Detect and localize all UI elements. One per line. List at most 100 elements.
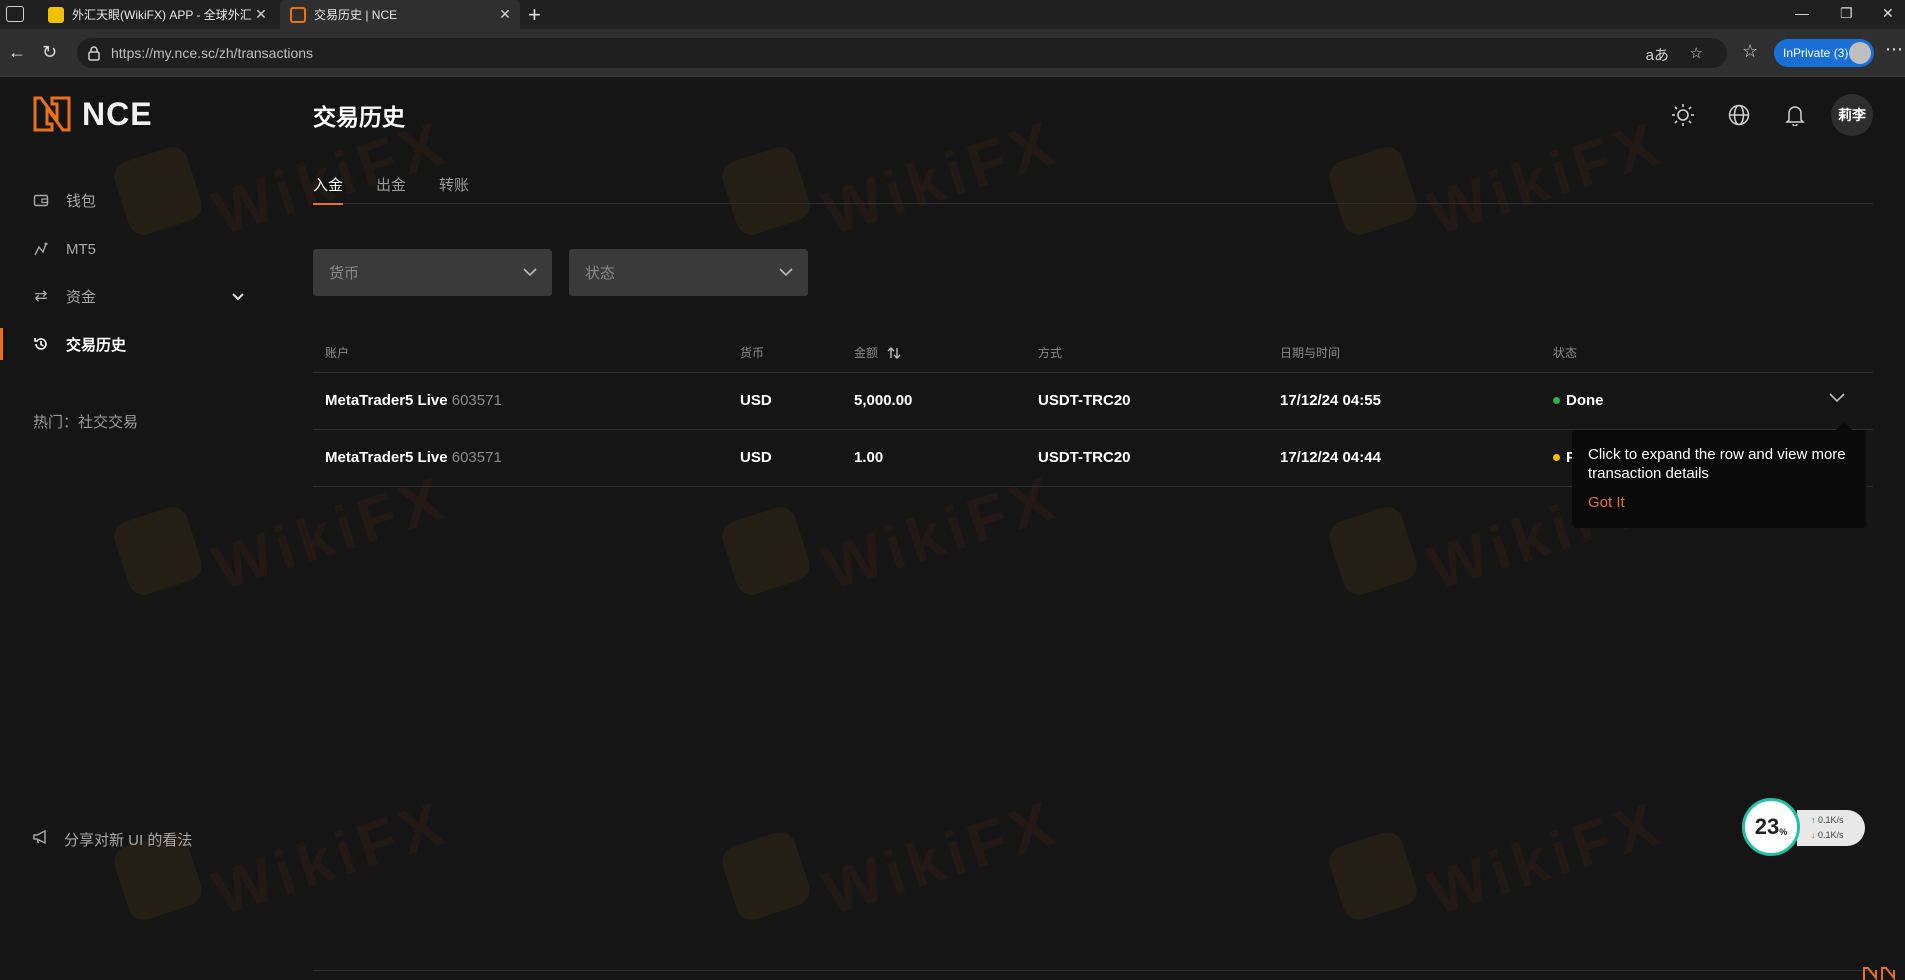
column-header-amount[interactable]: 金额: [854, 344, 901, 361]
status-label: Done: [1566, 392, 1604, 409]
sidebar-item-wallet[interactable]: 钱包: [0, 180, 260, 220]
currency-filter-placeholder: 货币: [329, 265, 360, 282]
close-tab-icon[interactable]: ✕: [252, 6, 270, 23]
sidebar: NCE 钱包 MT5 ⇄ 资金 交易历史 热门：社交交易 分享对新 UI 的看法: [0, 78, 270, 980]
status-filter-placeholder: 状态: [585, 265, 616, 282]
restore-icon[interactable]: ❐: [1840, 5, 1853, 22]
wallet-icon: [32, 191, 50, 209]
back-icon[interactable]: ←: [8, 42, 26, 63]
refresh-icon[interactable]: ↻: [42, 42, 57, 63]
browser-tab-title: 外汇天眼(WikiFX) APP - 全球外汇: [72, 8, 252, 22]
currency-cell: USD: [740, 449, 772, 466]
theme-sun-icon[interactable]: [1663, 95, 1703, 135]
column-header-datetime: 日期与时间: [1280, 346, 1341, 360]
tab-deposit[interactable]: 入金: [313, 174, 344, 205]
new-tab-icon[interactable]: +: [528, 2, 541, 28]
got-it-button[interactable]: Got It: [1588, 493, 1850, 512]
history-icon: [32, 335, 50, 353]
column-header-method: 方式: [1038, 346, 1063, 360]
onboarding-tooltip: Click to expand the row and view more tr…: [1572, 422, 1866, 528]
account-name: MetaTrader5 Live: [325, 449, 448, 466]
browser-tab-bar: 外汇天眼(WikiFX) APP - 全球外汇 ✕ 交易历史 | NCE ✕ +…: [0, 0, 1905, 29]
method-cell: USDT-TRC20: [1038, 449, 1131, 466]
usage-percent: 23: [1754, 814, 1780, 839]
sidebar-item-mt5[interactable]: MT5: [0, 229, 260, 269]
amount-cell: 1.00: [854, 449, 884, 466]
chevron-down-icon: [523, 268, 537, 277]
sidebar-item-label: 交易历史: [66, 336, 127, 354]
sidebar-item-history[interactable]: 交易历史: [0, 324, 260, 364]
currency-cell: USD: [740, 392, 772, 409]
tab-transfer[interactable]: 转账: [439, 174, 469, 204]
transfer-icon: ⇄: [34, 288, 48, 305]
footer-divider: [313, 970, 1873, 971]
account-number: 603571: [451, 449, 502, 466]
hot-social-trading-link[interactable]: 热门：社交交易: [33, 411, 138, 432]
nce-favicon-icon: [290, 6, 306, 23]
more-options-icon[interactable]: ⋯: [1885, 39, 1903, 60]
amount-cell: 5,000.00: [854, 392, 913, 409]
main-content: 交易历史 莉李 入金 出金 转账 货币 状态 账户 货币 金额 方式 日期与时间…: [313, 78, 1873, 980]
usage-percent-unit: %: [1779, 827, 1788, 837]
download-rate: 0.1K/s: [1818, 830, 1844, 840]
read-aloud-icon[interactable]: aあ: [1646, 44, 1669, 65]
browser-tab-nce[interactable]: 交易历史 | NCE ✕: [280, 0, 520, 29]
profile-avatar: [1849, 42, 1871, 64]
mt5-icon: [32, 240, 50, 258]
account-name: MetaTrader5 Live: [325, 392, 448, 409]
status-dot-icon: [1553, 454, 1560, 461]
lock-icon: [88, 46, 100, 61]
column-header-account: 账户: [325, 346, 350, 360]
column-header-amount-label: 金额: [854, 346, 879, 360]
expand-row-chevron-icon[interactable]: [1829, 390, 1845, 408]
inprivate-button[interactable]: InPrivate (3): [1774, 39, 1874, 67]
tab-withdrawal[interactable]: 出金: [376, 174, 406, 204]
status-cell: Done: [1553, 392, 1604, 409]
favorite-star-icon[interactable]: ☆: [1690, 44, 1703, 62]
share-feedback-label: 分享对新 UI 的看法: [64, 832, 193, 849]
nce-logo-icon: [33, 96, 71, 132]
favorites-icon[interactable]: ☆: [1742, 41, 1758, 62]
upload-arrow-icon: ↑: [1811, 815, 1816, 825]
url-field[interactable]: https://my.nce.sc/zh/transactions aあ ☆: [77, 38, 1727, 68]
usage-percent-badge: 23%: [1742, 798, 1800, 856]
account-cell: MetaTrader5 Live 603571: [325, 392, 502, 409]
column-header-status: 状态: [1553, 346, 1578, 360]
wikifx-favicon-icon: [48, 6, 64, 23]
transaction-type-tabs: 入金 出金 转账: [313, 174, 1873, 205]
network-speed-widget[interactable]: ↑ 0.1K/s ↓ 0.1K/s 23%: [1742, 798, 1866, 856]
column-header-currency: 货币: [740, 346, 765, 360]
chevron-down-icon[interactable]: [232, 288, 244, 304]
account-cell: MetaTrader5 Live 603571: [325, 449, 502, 466]
tab-actions-icon[interactable]: [6, 6, 24, 22]
language-globe-icon[interactable]: [1719, 95, 1759, 135]
chevron-down-icon: [779, 268, 793, 277]
inprivate-label: InPrivate (3): [1783, 46, 1849, 60]
download-arrow-icon: ↓: [1811, 830, 1816, 840]
browser-address-bar: ← ↻ https://my.nce.sc/zh/transactions aあ…: [0, 29, 1905, 77]
user-avatar[interactable]: 莉李: [1831, 94, 1873, 136]
sidebar-item-label: 钱包: [66, 192, 97, 210]
table-row[interactable]: MetaTrader5 Live 603571 USD 5,000.00 USD…: [313, 373, 1873, 430]
browser-tab-wikifx[interactable]: 外汇天眼(WikiFX) APP - 全球外汇 ✕: [38, 0, 276, 29]
notification-bell-icon[interactable]: [1775, 95, 1815, 135]
page-title: 交易历史: [313, 104, 405, 130]
status-filter-select[interactable]: 状态: [569, 249, 808, 296]
header-actions: 莉李: [1647, 94, 1873, 136]
speed-rates: ↑ 0.1K/s ↓ 0.1K/s: [1797, 810, 1865, 846]
upload-rate: 0.1K/s: [1818, 815, 1844, 825]
brand-name: NCE: [82, 95, 153, 132]
minimize-icon[interactable]: —: [1795, 5, 1809, 21]
currency-filter-select[interactable]: 货币: [313, 249, 552, 296]
sidebar-item-funds[interactable]: ⇄ 资金: [0, 276, 260, 316]
table-header: 账户 货币 金额 方式 日期与时间 状态: [313, 328, 1873, 373]
close-window-icon[interactable]: ✕: [1882, 5, 1894, 22]
close-tab-icon[interactable]: ✕: [496, 6, 514, 23]
brand-logo[interactable]: NCE: [32, 94, 153, 134]
nce-corner-logo-icon: [1863, 967, 1895, 980]
sort-icon: [887, 347, 901, 359]
megaphone-icon: [32, 829, 50, 850]
method-cell: USDT-TRC20: [1038, 392, 1131, 409]
status-dot-icon: [1553, 397, 1560, 404]
share-feedback-link[interactable]: 分享对新 UI 的看法: [32, 829, 192, 850]
